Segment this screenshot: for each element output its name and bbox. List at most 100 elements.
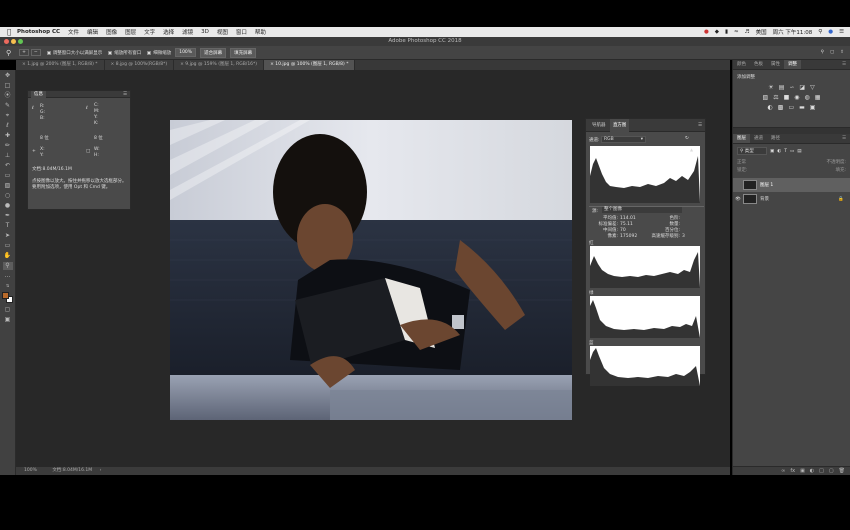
status-zoom[interactable]: 100% <box>24 468 37 473</box>
menu-select[interactable]: 选择 <box>163 28 174 36</box>
dodge-tool-icon[interactable]: ● <box>3 202 13 210</box>
delete-layer-icon[interactable]: 🗑 <box>839 467 845 475</box>
tab-properties[interactable]: 属性 <box>767 60 784 69</box>
new-group-icon[interactable]: □ <box>819 467 824 475</box>
threshold-icon[interactable]: ▭ <box>788 104 794 111</box>
add-mask-icon[interactable]: ▣ <box>800 467 805 475</box>
menu-layer[interactable]: 图层 <box>125 28 136 36</box>
history-brush-tool-icon[interactable]: ↶ <box>3 162 13 170</box>
link-layers-icon[interactable]: ∞ <box>781 467 785 475</box>
quick-select-tool-icon[interactable]: ✎ <box>3 102 13 110</box>
volume-icon[interactable]: ♬ <box>745 29 750 35</box>
hand-tool-icon[interactable]: ✋ <box>3 252 13 260</box>
eye-icon[interactable]: 👁 <box>733 197 743 202</box>
app-menu[interactable]: Photoshop CC <box>17 29 60 35</box>
tab-swatches[interactable]: 色板 <box>750 60 767 69</box>
dropbox-icon[interactable]: ◆ <box>715 29 719 35</box>
fill-screen-button[interactable]: 填充屏幕 <box>230 47 257 58</box>
user-icon[interactable]: ● <box>828 29 833 35</box>
list-icon[interactable]: ☰ <box>839 29 844 35</box>
tab-8-jpg[interactable]: × 8.jpg @ 100%(RGB/8*) <box>104 60 175 70</box>
pen-tool-icon[interactable]: ✒ <box>3 212 13 220</box>
menu-view[interactable]: 视图 <box>217 28 228 36</box>
menu-3d[interactable]: 3D <box>201 29 209 35</box>
info-panel-header[interactable]: 信息 ☰ <box>28 91 130 98</box>
new-layer-icon[interactable]: ▢ <box>829 467 834 475</box>
resize-windows-checkbox[interactable] <box>46 50 51 55</box>
gradient-tool-icon[interactable]: ▧ <box>3 182 13 190</box>
zoom-all-checkbox[interactable] <box>108 50 113 55</box>
layer-name[interactable]: 背景 <box>760 196 769 202</box>
search-icon[interactable]: ⚲ <box>818 29 822 35</box>
close-window-button[interactable] <box>4 39 9 44</box>
minimize-window-button[interactable] <box>11 39 16 44</box>
posterize-icon[interactable]: ▩ <box>778 104 784 111</box>
clock[interactable]: 周六 下午11:08 <box>773 28 813 36</box>
zoom-100-button[interactable]: 100% <box>175 48 197 57</box>
refresh-icon[interactable]: ↻ <box>685 136 689 141</box>
rectangle-tool-icon[interactable]: ▭ <box>3 242 13 250</box>
source-select[interactable]: 整个图像 <box>602 207 682 213</box>
new-adjustment-icon[interactable]: ◐ <box>810 467 814 475</box>
panel-menu-icon[interactable]: ☰ <box>123 91 127 98</box>
foreground-color-swatch[interactable] <box>1 292 9 299</box>
filter-smart-icon[interactable]: ▤ <box>797 149 801 154</box>
move-tool-icon[interactable]: ✥ <box>3 72 13 80</box>
tab-histogram[interactable]: 直方图 <box>609 119 630 132</box>
blur-tool-icon[interactable]: ○ <box>3 192 13 200</box>
layer-row-1[interactable]: 图层 1 <box>733 178 850 192</box>
quick-mask-icon[interactable]: ▢ <box>3 306 13 314</box>
tab-1-jpg[interactable]: × 1.jpg @ 200% (图层 1, RGB/8) * <box>16 60 105 70</box>
panel-menu-icon[interactable]: ☰ <box>838 134 850 143</box>
tab-adjustments[interactable]: 调整 <box>784 60 801 69</box>
info-tab[interactable]: 信息 <box>31 91 46 98</box>
brightness-icon[interactable]: ☀ <box>768 84 773 91</box>
filter-pixel-icon[interactable]: ▣ <box>770 149 774 154</box>
tab-paths[interactable]: 路径 <box>767 134 784 143</box>
document-image[interactable] <box>170 120 572 420</box>
color-lookup-icon[interactable]: ▦ <box>815 94 821 101</box>
channel-mixer-icon[interactable]: ◍ <box>805 94 810 101</box>
zoom-in-icon[interactable]: + <box>19 49 29 56</box>
menu-window[interactable]: 窗口 <box>236 28 247 36</box>
menu-type[interactable]: 文字 <box>144 28 155 36</box>
zoom-out-icon[interactable]: − <box>30 49 41 56</box>
workspace-icon[interactable]: ▢ <box>830 50 834 55</box>
panel-menu-icon[interactable]: ☰ <box>698 119 702 132</box>
scrubby-zoom-checkbox[interactable] <box>147 50 152 55</box>
search-icon[interactable]: ⚲ <box>821 50 824 55</box>
panel-menu-icon[interactable]: ☰ <box>838 60 850 69</box>
vibrance-icon[interactable]: ▽ <box>810 84 815 91</box>
exposure-icon[interactable]: ◪ <box>799 84 805 91</box>
menu-image[interactable]: 图像 <box>106 28 117 36</box>
blend-mode-select[interactable]: 正常 <box>737 159 746 165</box>
warning-icon[interactable]: ▲ <box>690 147 693 152</box>
type-tool-icon[interactable]: T <box>3 222 13 230</box>
swap-colors-icon[interactable]: ⇅ <box>3 282 13 290</box>
invert-icon[interactable]: ◐ <box>768 104 773 111</box>
layer-name[interactable]: 图层 1 <box>760 182 773 188</box>
layer-filter-select[interactable]: ⚲ 类型 <box>737 147 767 155</box>
path-select-tool-icon[interactable]: ➤ <box>3 232 13 240</box>
lasso-tool-icon[interactable]: ⦿ <box>3 92 13 100</box>
tab-layers[interactable]: 图层 <box>733 134 750 143</box>
healing-brush-tool-icon[interactable]: ✚ <box>3 132 13 140</box>
filter-adjust-icon[interactable]: ◐ <box>777 149 781 154</box>
channel-select[interactable]: RGB ▾ <box>601 136 646 143</box>
crop-tool-icon[interactable]: ⌖ <box>3 112 13 120</box>
gradient-map-icon[interactable]: ▬ <box>799 104 805 111</box>
curves-icon[interactable]: ∽ <box>789 84 794 91</box>
status-icons[interactable]: ● <box>704 29 709 35</box>
selective-color-icon[interactable]: ▣ <box>810 104 816 111</box>
tab-color[interactable]: 颜色 <box>733 60 750 69</box>
zoom-window-button[interactable] <box>18 39 23 44</box>
screen-mode-icon[interactable]: ▣ <box>3 316 13 324</box>
color-balance-icon[interactable]: ⚖ <box>773 94 778 101</box>
zoom-tool-icon[interactable]: ⚲ <box>6 49 11 57</box>
clone-stamp-tool-icon[interactable]: ⊥ <box>3 152 13 160</box>
layer-row-2[interactable]: 👁 背景 🔒 <box>733 192 850 206</box>
menu-filter[interactable]: 滤镜 <box>182 28 193 36</box>
menu-edit[interactable]: 编辑 <box>87 28 98 36</box>
apple-icon[interactable]:  <box>7 28 17 36</box>
fit-screen-button[interactable]: 适合屏幕 <box>200 47 227 58</box>
